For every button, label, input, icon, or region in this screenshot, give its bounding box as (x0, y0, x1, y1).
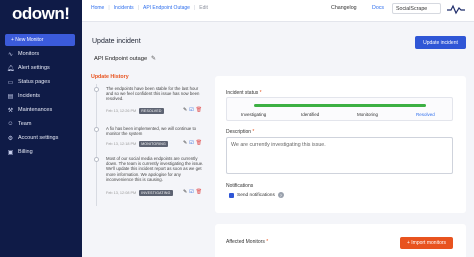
incident-status-label: Incident status * (226, 90, 262, 96)
checkbox-icon[interactable]: ☑ (189, 140, 193, 146)
timeline-dot (94, 127, 99, 132)
sidebar-item-team[interactable]: ☺ Team (6, 119, 31, 129)
billing-icon: ▣ (7, 149, 14, 156)
send-notifications-row: Send notifications ? (229, 192, 284, 198)
sidebar-item-label: Status pages (18, 79, 51, 85)
sidebar-item-status-pages[interactable]: ▭ Status pages (6, 77, 50, 87)
history-entry-actions: ✎ ☑ 🗑︎ (183, 140, 202, 146)
timeline-line (96, 84, 97, 206)
history-entry-actions: ✎ ☑ 🗑︎ (183, 107, 202, 113)
history-entry-meta: Feb 13, 12:08 PM INVESTIGATING (106, 190, 173, 196)
breadcrumb-incidents[interactable]: Incidents (114, 5, 134, 11)
history-entry-actions: ✎ ☑ 🗑︎ (183, 189, 202, 195)
notifications-label: Notifications (226, 183, 254, 189)
timeline-dot (94, 157, 99, 162)
status-progress-track (254, 104, 426, 107)
activity-icon: ∿ (7, 51, 14, 58)
status-step-investigating[interactable]: Investigating (241, 112, 266, 117)
trash-icon[interactable]: 🗑︎ (196, 140, 202, 146)
update-incident-button[interactable]: Update incident (415, 36, 466, 49)
import-monitors-button[interactable]: + Import monitors (400, 237, 453, 249)
affected-monitors-label-text: Affected Monitors (226, 239, 265, 245)
edit-icon[interactable]: ✎ (183, 140, 187, 146)
trash-icon[interactable]: 🗑︎ (196, 189, 202, 195)
history-entry-text: A fix has been implemented, we will cont… (106, 126, 197, 137)
history-entry-time: Feb 13, 12:18 PM (106, 142, 137, 146)
checkbox-icon[interactable]: ☑ (189, 189, 193, 195)
account-switcher[interactable]: SocialScrape (392, 3, 441, 14)
sidebar-item-label: Monitors (18, 51, 40, 57)
sidebar: odown! + New Monitor ∿ Monitors 🔔︎ Alert… (0, 0, 82, 257)
sidebar-item-label: Alert settings (18, 65, 50, 71)
status-progress-fill (254, 104, 426, 107)
bell-icon: 🔔︎ (6, 65, 15, 72)
required-mark: * (252, 129, 255, 135)
team-icon: ☺ (7, 121, 14, 127)
sidebar-item-maintenances[interactable]: ⚒ Maintenances (6, 105, 52, 115)
history-entry-text: The endpoints have been stable for the l… (106, 86, 200, 102)
required-mark: * (259, 90, 262, 96)
help-icon[interactable]: ? (277, 192, 284, 198)
sidebar-item-account-settings[interactable]: ⚙ Account settings (6, 133, 59, 143)
docs-link[interactable]: Docs (372, 5, 384, 11)
description-label-text: Description (226, 129, 252, 135)
status-page-icon: ▭ (7, 79, 14, 86)
edit-icon[interactable]: ✎ (183, 107, 187, 113)
sidebar-item-alert-settings[interactable]: 🔔︎ Alert settings (6, 63, 50, 73)
edit-icon[interactable]: ✎ (183, 189, 187, 195)
status-step-resolved[interactable]: Resolved (416, 112, 435, 117)
sidebar-item-incidents[interactable]: ▤ Incidents (6, 91, 40, 101)
breadcrumb-separator: | (193, 5, 196, 11)
top-bar: Home | Incidents | API Endpoint Outage |… (82, 0, 474, 22)
status-badge: INVESTIGATING (139, 190, 173, 196)
status-badge: RESOLVED (139, 108, 164, 114)
history-entry-text: Most of our social media endpoints are c… (106, 156, 204, 182)
page-title: Update incident (92, 38, 141, 45)
timeline-dot (94, 87, 99, 92)
checkbox-icon[interactable]: ☑ (189, 107, 193, 113)
breadcrumb-separator: | (108, 5, 110, 11)
sidebar-item-label: Account settings (18, 135, 59, 141)
sidebar-item-billing[interactable]: ▣ Billing (6, 147, 33, 157)
changelog-link[interactable]: Changelog (331, 5, 357, 11)
pulse-icon[interactable] (446, 3, 466, 15)
new-monitor-button[interactable]: + New Monitor (5, 34, 75, 46)
required-mark: * (266, 239, 269, 245)
description-label: Description * (226, 129, 254, 135)
send-notifications-checkbox[interactable] (229, 192, 234, 198)
gear-icon: ⚙ (7, 135, 14, 142)
breadcrumb-incident[interactable]: API Endpoint Outage (143, 5, 190, 11)
breadcrumb-home[interactable]: Home (91, 5, 104, 11)
brand-logo[interactable]: odown! (12, 4, 70, 24)
status-step-monitoring[interactable]: Monitoring (357, 112, 378, 117)
sidebar-item-label: Maintenances (18, 107, 53, 113)
sidebar-item-monitors[interactable]: ∿ Monitors (6, 49, 39, 59)
breadcrumb-separator: | (137, 5, 139, 11)
sidebar-item-label: Billing (18, 149, 33, 155)
history-entry-time: Feb 13, 12:26 PM (106, 109, 137, 113)
history-entry-meta: Feb 13, 12:18 PM MONITORING (106, 141, 168, 147)
incident-status-label-text: Incident status (226, 90, 259, 96)
status-step-identified[interactable]: Identified (301, 112, 319, 117)
status-badge: MONITORING (139, 141, 168, 147)
pencil-icon[interactable]: ✎ (151, 55, 156, 62)
maintenance-icon: ⚒ (7, 107, 14, 114)
update-history-title: Update History (91, 74, 129, 80)
incident-status-stepper (226, 97, 453, 121)
affected-monitors-label: Affected Monitors * (226, 239, 268, 245)
history-entry-meta: Feb 13, 12:26 PM RESOLVED (106, 108, 164, 114)
breadcrumb: Home | Incidents | API Endpoint Outage |… (91, 5, 212, 11)
incidents-icon: ▤ (7, 93, 14, 100)
sidebar-item-label: Team (18, 121, 32, 127)
breadcrumb-current: Edit (199, 5, 208, 11)
history-entry-time: Feb 13, 12:08 PM (106, 191, 137, 195)
sidebar-item-label: Incidents (18, 93, 41, 99)
incident-name: API Endpoint outage (94, 56, 148, 62)
send-notifications-label[interactable]: Send notifications (237, 193, 275, 198)
trash-icon[interactable]: 🗑︎ (196, 107, 202, 113)
description-textarea[interactable]: We are currently investigating this issu… (226, 137, 453, 174)
